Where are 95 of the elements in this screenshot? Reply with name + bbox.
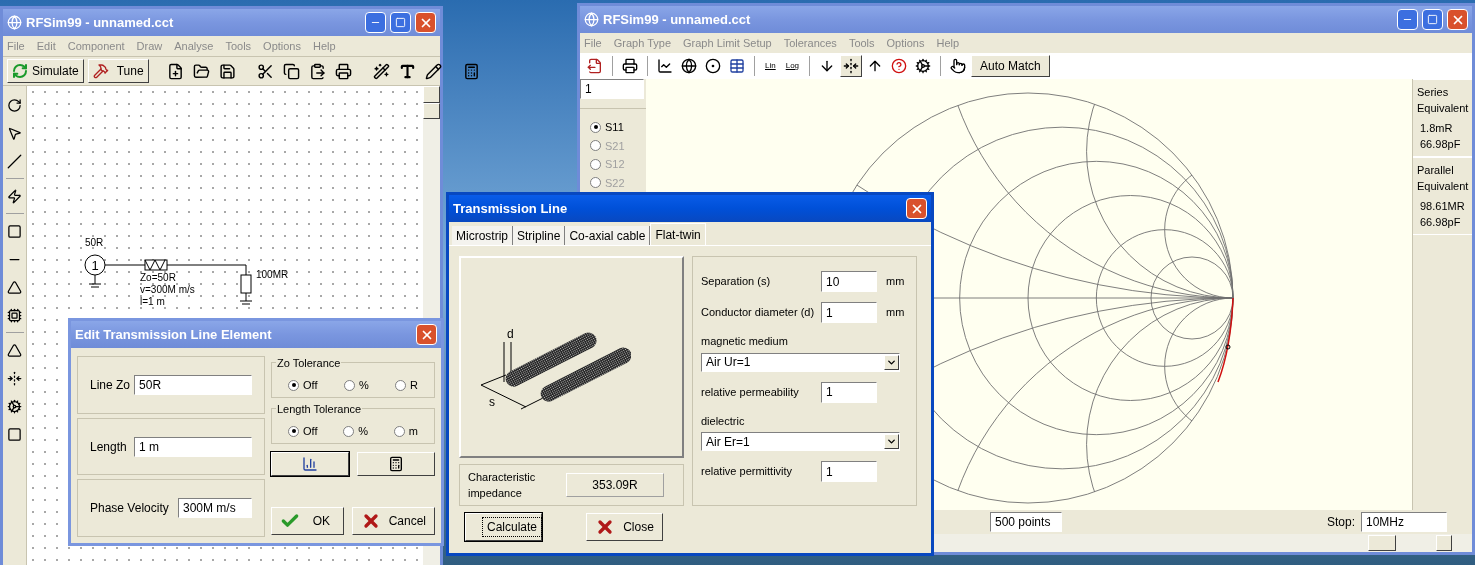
window-title: RFSim99 - unnamed.cct xyxy=(603,10,752,29)
maximize-icon xyxy=(1427,14,1438,25)
radio-button[interactable] xyxy=(343,379,355,391)
load-label: 100MR xyxy=(256,270,289,280)
radio-label: S11 xyxy=(605,120,624,135)
radio-label: Off xyxy=(303,424,318,439)
confirm-button[interactable]: Calculate xyxy=(465,513,542,541)
field-label: dielectric xyxy=(701,413,746,429)
dropdown[interactable]: Air Er=1 xyxy=(701,432,900,451)
marker-dot xyxy=(1225,344,1231,350)
tune-button[interactable]: Tune xyxy=(87,59,149,83)
separation-label: s xyxy=(488,395,495,409)
input-field[interactable]: 300M m/s xyxy=(178,498,252,519)
maximize-button[interactable] xyxy=(1422,9,1443,30)
field-label: Conductor diameter (d) xyxy=(701,305,816,321)
equivalent-title: Series Equivalent xyxy=(1417,85,1468,116)
equivalent-value: 1.8mR xyxy=(1420,121,1454,136)
port-number: 1 xyxy=(91,258,99,273)
field-label: Phase Velocity xyxy=(90,500,169,518)
input-field[interactable]: 1 xyxy=(821,381,877,403)
radio-button[interactable] xyxy=(590,121,601,133)
equivalent-value: 66.98pF xyxy=(1420,137,1462,152)
auto-match-button[interactable]: Auto Match xyxy=(971,55,1050,77)
simulate-button[interactable]: Simulate xyxy=(7,59,84,83)
refresh-icon xyxy=(12,63,28,79)
radio-label: m xyxy=(408,424,418,439)
unit-label: mm xyxy=(886,274,905,290)
field-label: Line Zo xyxy=(90,376,131,394)
line-parameter: Zo=50R xyxy=(140,272,177,284)
scale-button[interactable]: Log xyxy=(781,55,804,77)
radio-label: S21 xyxy=(605,138,625,154)
radio-label: S12 xyxy=(605,157,625,172)
radio-button[interactable] xyxy=(395,379,407,391)
cross-icon xyxy=(595,517,615,537)
scale-button[interactable]: Lin xyxy=(761,55,780,77)
impedance-value: 353.09R xyxy=(566,473,664,497)
equivalent-title: Parallel Equivalent xyxy=(1417,163,1468,194)
app-icon xyxy=(584,12,599,27)
diameter-label: d xyxy=(506,327,514,341)
field-label: Length xyxy=(90,438,127,456)
window-title: RFSim99 - unnamed.cct xyxy=(26,13,175,32)
window-title: Transmission Line xyxy=(453,199,569,218)
input-field[interactable]: 1 xyxy=(821,302,877,323)
line-parameter: v=300M m/s xyxy=(140,284,195,296)
stop-label: Stop: xyxy=(1326,514,1355,531)
points-field[interactable]: 500 points xyxy=(990,512,1062,532)
field-label: relative permeability xyxy=(701,384,800,400)
calculator-button[interactable] xyxy=(357,452,435,476)
radio-button[interactable] xyxy=(393,425,405,437)
dropdown[interactable]: Air Ur=1 xyxy=(701,352,900,372)
radio-label: % xyxy=(358,378,369,393)
radio-label: S22 xyxy=(605,175,625,191)
stop-field[interactable]: 10MHz xyxy=(1361,512,1447,532)
confirm-button[interactable]: OK xyxy=(271,507,344,535)
unit-label: mm xyxy=(886,305,905,321)
window-title: Edit Transmission Line Element xyxy=(75,325,273,344)
input-field[interactable]: 10 xyxy=(821,271,877,292)
field-label: Separation (s) xyxy=(701,274,772,290)
radio-button[interactable] xyxy=(343,425,355,437)
tab[interactable]: Co-axial cable xyxy=(565,226,651,245)
input-field[interactable]: 1 m xyxy=(134,436,252,457)
bar-chart-icon xyxy=(302,456,318,472)
cancel-button[interactable]: Close xyxy=(586,513,663,541)
app-icon xyxy=(7,15,22,30)
radio-button[interactable] xyxy=(288,379,299,391)
equivalent-value: 98.61MR xyxy=(1420,199,1466,214)
chart-button[interactable] xyxy=(271,452,349,476)
tab[interactable]: Stripline xyxy=(513,226,566,245)
hammer-icon xyxy=(92,63,109,79)
tab[interactable]: Flat-twin xyxy=(650,223,706,245)
minimize-button[interactable] xyxy=(365,12,386,33)
radio-label: R xyxy=(410,378,418,393)
close-button[interactable] xyxy=(906,198,927,219)
radio-button[interactable] xyxy=(288,425,299,437)
input-field[interactable]: 50R xyxy=(134,374,253,395)
field-label: magnetic medium xyxy=(701,334,789,349)
trace-field[interactable]: 1 xyxy=(580,79,644,99)
cancel-button[interactable]: Cancel xyxy=(351,507,435,535)
close-button[interactable] xyxy=(416,324,437,345)
close-button[interactable] xyxy=(415,12,436,33)
close-button[interactable] xyxy=(1447,9,1468,30)
equivalent-value: 66.98pF xyxy=(1420,215,1462,230)
maximize-button[interactable] xyxy=(390,12,411,33)
field-label: relative permittivity xyxy=(701,464,794,480)
source-label: 50R xyxy=(85,238,104,248)
tab[interactable]: Microstrip xyxy=(452,226,513,245)
radio-label: % xyxy=(358,424,369,439)
arrows-inward-icon[interactable] xyxy=(840,55,863,77)
maximize-icon xyxy=(395,17,406,28)
impedance-label: Characteristic impedance xyxy=(468,470,537,501)
input-field[interactable]: 1 xyxy=(821,461,877,482)
calculator-icon xyxy=(388,456,404,472)
line-parameter: l=1 m xyxy=(140,296,166,308)
minimize-button[interactable] xyxy=(1397,9,1418,30)
radio-label: Off xyxy=(303,378,318,393)
